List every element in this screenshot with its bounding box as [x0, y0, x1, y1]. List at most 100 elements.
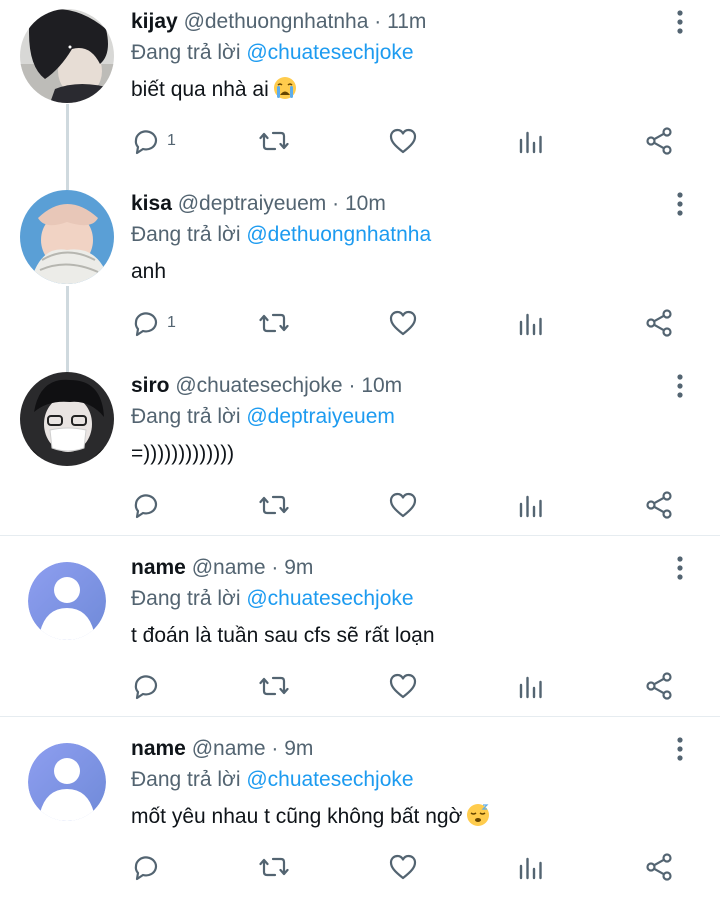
reply-prefix: Đang trả lời — [131, 41, 241, 64]
timestamp[interactable]: 9m — [284, 556, 313, 579]
tweet-card[interactable]: name @name · 9m Đang trả lời @chuatesech… — [0, 536, 720, 716]
tweet-header: siro @chuatesechjoke · 10m — [131, 371, 402, 401]
like-button[interactable] — [388, 123, 418, 159]
thread-line — [66, 286, 69, 370]
retweet-button[interactable] — [259, 668, 289, 704]
tweet-card[interactable]: kijay @dethuongnhatnha · 11m Đang trả lờ… — [0, 0, 720, 188]
like-button[interactable] — [388, 849, 418, 885]
tweet-card[interactable]: siro @chuatesechjoke · 10m Đang trả lời … — [0, 364, 720, 535]
display-name[interactable]: kisa — [131, 192, 172, 215]
avatar[interactable] — [20, 9, 114, 103]
user-handle[interactable]: @deptraiyeuem — [178, 192, 327, 215]
reply-prefix: Đang trả lời — [131, 223, 241, 246]
heart-icon — [389, 673, 417, 699]
analytics-button[interactable] — [516, 849, 546, 885]
like-button[interactable] — [388, 487, 418, 523]
user-handle[interactable]: @chuatesechjoke — [175, 374, 342, 397]
timestamp[interactable]: 10m — [361, 374, 402, 397]
analytics-icon — [519, 313, 542, 336]
reply-icon — [134, 130, 158, 155]
like-button[interactable] — [388, 305, 418, 341]
avatar[interactable] — [20, 190, 114, 284]
avatar[interactable] — [28, 562, 106, 640]
analytics-button[interactable] — [516, 305, 546, 341]
display-name[interactable]: name — [131, 737, 186, 760]
tweet-text: biết qua nhà ai — [131, 75, 297, 105]
reply-button[interactable] — [131, 487, 167, 523]
more-options-icon[interactable] — [665, 189, 695, 219]
reply-count: 1 — [167, 132, 176, 149]
tweet-body: kisa @deptraiyeuem · 10m Đang trả lời @d… — [131, 189, 700, 289]
reply-to-handle[interactable]: @dethuongnhatnha — [246, 223, 431, 246]
share-icon — [646, 491, 672, 519]
crying-face-emoji-icon — [273, 77, 296, 99]
user-handle[interactable]: @name — [192, 556, 266, 579]
analytics-button[interactable] — [516, 668, 546, 704]
reply-button[interactable]: 1 — [131, 305, 176, 341]
avatar-photo-blue-sky — [20, 190, 114, 284]
tweet-card[interactable]: kisa @deptraiyeuem · 10m Đang trả lời @d… — [0, 182, 720, 370]
user-handle[interactable]: @dethuongnhatnha — [184, 10, 369, 33]
replying-to: Đang trả lời @deptraiyeuem — [131, 402, 395, 432]
reply-count: 1 — [167, 314, 176, 331]
thread-line — [66, 104, 69, 188]
share-icon — [646, 853, 672, 881]
like-button[interactable] — [388, 668, 418, 704]
sleepy-face-emoji-icon — [467, 804, 490, 826]
user-handle[interactable]: @name — [192, 737, 266, 760]
analytics-button[interactable] — [516, 487, 546, 523]
reply-button[interactable] — [131, 668, 167, 704]
display-name[interactable]: name — [131, 556, 186, 579]
tweet-header: kijay @dethuongnhatnha · 11m — [131, 7, 426, 37]
analytics-button[interactable] — [516, 123, 546, 159]
tweet-header: name @name · 9m — [131, 553, 313, 583]
share-button[interactable] — [644, 668, 674, 704]
reply-to-handle[interactable]: @chuatesechjoke — [246, 587, 413, 610]
avatar[interactable] — [28, 743, 106, 821]
reply-to-handle[interactable]: @chuatesechjoke — [246, 41, 413, 64]
share-button[interactable] — [644, 487, 674, 523]
tweet-body: siro @chuatesechjoke · 10m Đang trả lời … — [131, 371, 700, 471]
retweet-icon — [259, 495, 289, 515]
share-button[interactable] — [644, 849, 674, 885]
tweet-text-content: =))))))))))))) — [131, 442, 235, 465]
tweet-text: mốt yêu nhau t cũng không bất ngờ — [131, 802, 490, 832]
analytics-icon — [519, 676, 542, 699]
more-options-icon[interactable] — [665, 553, 695, 583]
reply-to-handle[interactable]: @chuatesechjoke — [246, 768, 413, 791]
separator-dot: · — [271, 556, 279, 579]
heart-icon — [389, 854, 417, 880]
reply-button[interactable]: 1 — [131, 123, 176, 159]
reply-icon — [134, 312, 158, 337]
share-button[interactable] — [644, 305, 674, 341]
more-options-icon[interactable] — [665, 734, 695, 764]
analytics-icon — [519, 857, 542, 880]
tweet-body: name @name · 9m Đang trả lời @chuatesech… — [131, 553, 700, 653]
reply-button[interactable] — [131, 849, 167, 885]
reply-to-handle[interactable]: @deptraiyeuem — [246, 405, 395, 428]
thread-line — [66, 182, 69, 190]
tweet-card[interactable]: name @name · 9m Đang trả lời @chuatesech… — [0, 717, 720, 899]
avatar[interactable] — [20, 372, 114, 466]
more-options-icon[interactable] — [665, 7, 695, 37]
retweet-icon — [259, 857, 289, 877]
reply-timeline: kijay @dethuongnhatnha · 11m Đang trả lờ… — [0, 0, 720, 899]
tweet-actions — [131, 849, 691, 885]
share-icon — [646, 672, 672, 700]
reply-icon — [134, 856, 158, 881]
retweet-button[interactable] — [259, 305, 289, 341]
timestamp[interactable]: 11m — [387, 10, 426, 33]
timestamp[interactable]: 10m — [345, 192, 386, 215]
display-name[interactable]: siro — [131, 374, 170, 397]
tweet-actions: 1 — [131, 123, 691, 159]
timestamp[interactable]: 9m — [284, 737, 313, 760]
share-button[interactable] — [644, 123, 674, 159]
display-name[interactable]: kijay — [131, 10, 178, 33]
more-options-icon[interactable] — [665, 371, 695, 401]
tweet-text-content: biết qua nhà ai — [131, 78, 269, 101]
retweet-button[interactable] — [259, 123, 289, 159]
retweet-button[interactable] — [259, 487, 289, 523]
reply-prefix: Đang trả lời — [131, 587, 241, 610]
replying-to: Đang trả lời @chuatesechjoke — [131, 584, 414, 614]
retweet-button[interactable] — [259, 849, 289, 885]
